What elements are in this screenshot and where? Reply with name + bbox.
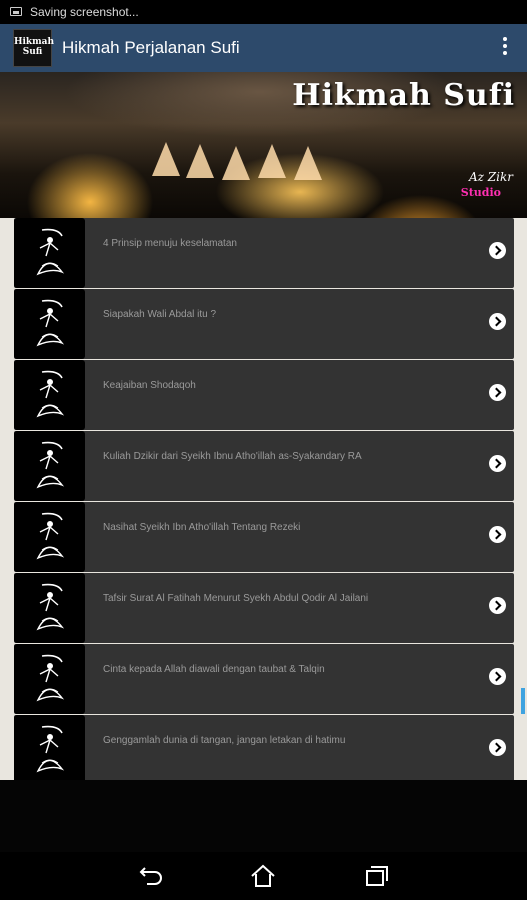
list-item[interactable]: Siapakah Wali Abdal itu ?: [14, 289, 514, 359]
scrollbar[interactable]: [521, 688, 525, 714]
whirling-dervish-thumbnail: [14, 218, 85, 288]
whirling-dervish-thumbnail: [14, 502, 85, 572]
navigation-bar: [0, 852, 527, 900]
chevron-right-icon[interactable]: [489, 526, 506, 543]
list-item[interactable]: Genggamlah dunia di tangan, jangan letak…: [14, 715, 514, 780]
list-item[interactable]: Keajaiban Shodaqoh: [14, 360, 514, 430]
chevron-right-icon[interactable]: [489, 313, 506, 330]
whirling-dervish-thumbnail: [14, 573, 85, 643]
banner-credit-studio: Studio: [460, 186, 501, 199]
header-banner: Hikmah Sufi Az Zikr Studio: [0, 72, 527, 218]
whirling-dervish-thumbnail: [14, 289, 85, 359]
list-item[interactable]: 4 Prinsip menuju keselamatan: [14, 218, 514, 288]
whirling-dervish-thumbnail: [14, 644, 85, 714]
dancer-figure: [186, 144, 214, 178]
chevron-right-icon[interactable]: [489, 739, 506, 756]
list-item[interactable]: Nasihat Syeikh Ibn Atho'illah Tentang Re…: [14, 502, 514, 572]
chevron-right-icon[interactable]: [489, 455, 506, 472]
app-logo-word: Sufi: [22, 47, 43, 57]
list-item-label: Kuliah Dzikir dari Syeikh Ibnu Atho'illa…: [103, 451, 362, 462]
app-logo-icon: Hikmah Sufi: [13, 29, 55, 67]
screenshot-icon: [10, 7, 22, 16]
empty-area: [0, 780, 527, 852]
recents-icon[interactable]: [362, 862, 392, 890]
dancer-figure: [294, 146, 322, 180]
banner-credit: Az Zikr: [469, 170, 513, 184]
dancer-figure: [258, 144, 286, 178]
app-bar: Hikmah Sufi Hikmah Perjalanan Sufi: [0, 24, 527, 72]
back-icon[interactable]: [137, 862, 167, 890]
whirling-dervish-thumbnail: [14, 715, 85, 780]
chevron-right-icon[interactable]: [489, 242, 506, 259]
chevron-right-icon[interactable]: [489, 384, 506, 401]
status-bar: Saving screenshot...: [0, 0, 527, 24]
dancer-figure: [152, 142, 180, 176]
content-area: 4 Prinsip menuju keselamatan Siapakah Wal…: [0, 218, 527, 780]
whirling-dervish-thumbnail: [14, 360, 85, 430]
list-item-label: 4 Prinsip menuju keselamatan: [103, 238, 237, 249]
overflow-menu-icon[interactable]: [495, 37, 515, 59]
list-item[interactable]: Tafsir Surat Al Fatihah Menurut Syekh Ab…: [14, 573, 514, 643]
list-item-label: Cinta kepada Allah diawali dengan taubat…: [103, 664, 325, 675]
list-item[interactable]: Cinta kepada Allah diawali dengan taubat…: [14, 644, 514, 714]
list-item-label: Nasihat Syeikh Ibn Atho'illah Tentang Re…: [103, 522, 301, 533]
app-logo-word: Hikmah: [14, 37, 55, 47]
banner-title: Hikmah Sufi: [292, 78, 515, 113]
list-item-label: Tafsir Surat Al Fatihah Menurut Syekh Ab…: [103, 593, 369, 604]
list-item[interactable]: Kuliah Dzikir dari Syeikh Ibnu Atho'illa…: [14, 431, 514, 501]
home-icon[interactable]: [248, 862, 278, 890]
dancer-figure: [222, 146, 250, 180]
chevron-right-icon[interactable]: [489, 668, 506, 685]
list-item-label: Siapakah Wali Abdal itu ?: [103, 309, 217, 320]
status-notification-text: Saving screenshot...: [30, 5, 139, 19]
article-list: 4 Prinsip menuju keselamatan Siapakah Wal…: [14, 218, 514, 780]
list-item-label: Keajaiban Shodaqoh: [103, 380, 196, 391]
whirling-dervish-thumbnail: [14, 431, 85, 501]
app-title: Hikmah Perjalanan Sufi: [62, 38, 240, 57]
list-item-label: Genggamlah dunia di tangan, jangan letak…: [103, 735, 346, 746]
chevron-right-icon[interactable]: [489, 597, 506, 614]
